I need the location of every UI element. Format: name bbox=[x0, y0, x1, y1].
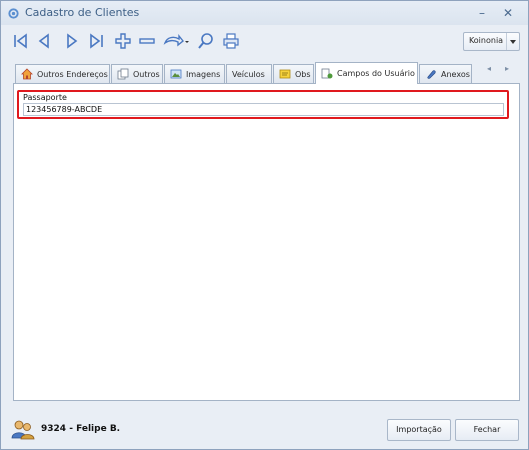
undo-arrow-icon bbox=[163, 34, 189, 47]
search-button[interactable] bbox=[195, 29, 217, 53]
paperclip-icon bbox=[427, 70, 436, 79]
close-window-button[interactable]: ✕ bbox=[501, 6, 515, 20]
undo-button[interactable] bbox=[160, 29, 190, 53]
first-record-icon bbox=[14, 33, 27, 49]
tab-outros-enderecos[interactable]: Outros Endereços bbox=[15, 64, 110, 83]
passaporte-input[interactable] bbox=[23, 103, 504, 116]
user-name: Felipe B. bbox=[76, 424, 121, 434]
tab-scroll-left-icon[interactable]: ◂ bbox=[487, 64, 491, 73]
title-bar: Cadastro de Clientes – ✕ bbox=[1, 1, 528, 25]
image-icon bbox=[170, 69, 182, 79]
tab-obs[interactable]: Obs bbox=[273, 64, 314, 83]
tab-veiculos[interactable]: Veículos bbox=[226, 64, 272, 83]
app-gear-icon bbox=[8, 8, 19, 19]
first-record-button[interactable] bbox=[9, 29, 31, 53]
company-selector[interactable]: Koinonia bbox=[463, 32, 520, 51]
previous-record-button[interactable] bbox=[33, 29, 55, 53]
user-separator: - bbox=[66, 424, 77, 434]
client-register-window: Cadastro de Clientes – ✕ Koinonia Outros… bbox=[0, 0, 529, 450]
last-record-button[interactable] bbox=[86, 29, 108, 53]
user-code: 9324 bbox=[41, 424, 67, 434]
print-button[interactable] bbox=[220, 29, 242, 53]
magnifier-icon bbox=[198, 33, 213, 49]
tab-strip: Outros Endereços Outros Imagens Veículos bbox=[15, 62, 520, 84]
last-record-icon bbox=[90, 33, 103, 49]
next-record-button[interactable] bbox=[61, 29, 83, 53]
next-icon bbox=[67, 33, 78, 49]
user-fields-icon bbox=[321, 68, 333, 78]
printer-icon bbox=[223, 33, 239, 49]
chevron-down-icon[interactable] bbox=[506, 33, 519, 50]
plus-icon bbox=[115, 33, 131, 49]
tab-scroll-right-icon[interactable]: ▸ bbox=[505, 64, 509, 73]
import-button[interactable]: Importação bbox=[387, 419, 451, 441]
tab-anexos[interactable]: Anexos bbox=[419, 64, 472, 83]
window-title: Cadastro de Clientes bbox=[25, 6, 140, 19]
note-icon bbox=[279, 69, 291, 79]
add-record-button[interactable] bbox=[112, 29, 134, 53]
tab-outros[interactable]: Outros bbox=[111, 64, 163, 83]
company-label: Koinonia bbox=[468, 36, 504, 45]
logged-user: 9324 - Felipe B. bbox=[41, 424, 120, 434]
minimize-button[interactable]: – bbox=[475, 6, 489, 20]
toolbar bbox=[9, 29, 249, 55]
minus-icon bbox=[139, 38, 155, 44]
tab-imagens[interactable]: Imagens bbox=[164, 64, 225, 83]
house-icon bbox=[21, 68, 33, 80]
close-button[interactable]: Fechar bbox=[455, 419, 519, 441]
previous-icon bbox=[38, 33, 49, 49]
user-fields-panel: Passaporte bbox=[13, 83, 520, 401]
remove-record-button[interactable] bbox=[136, 29, 158, 53]
passaporte-label: Passaporte bbox=[23, 93, 67, 102]
passaporte-field-group: Passaporte bbox=[17, 90, 509, 119]
documents-icon bbox=[117, 68, 129, 80]
users-icon bbox=[11, 420, 35, 440]
tab-campos-do-usuario[interactable]: Campos do Usuário bbox=[315, 62, 418, 84]
